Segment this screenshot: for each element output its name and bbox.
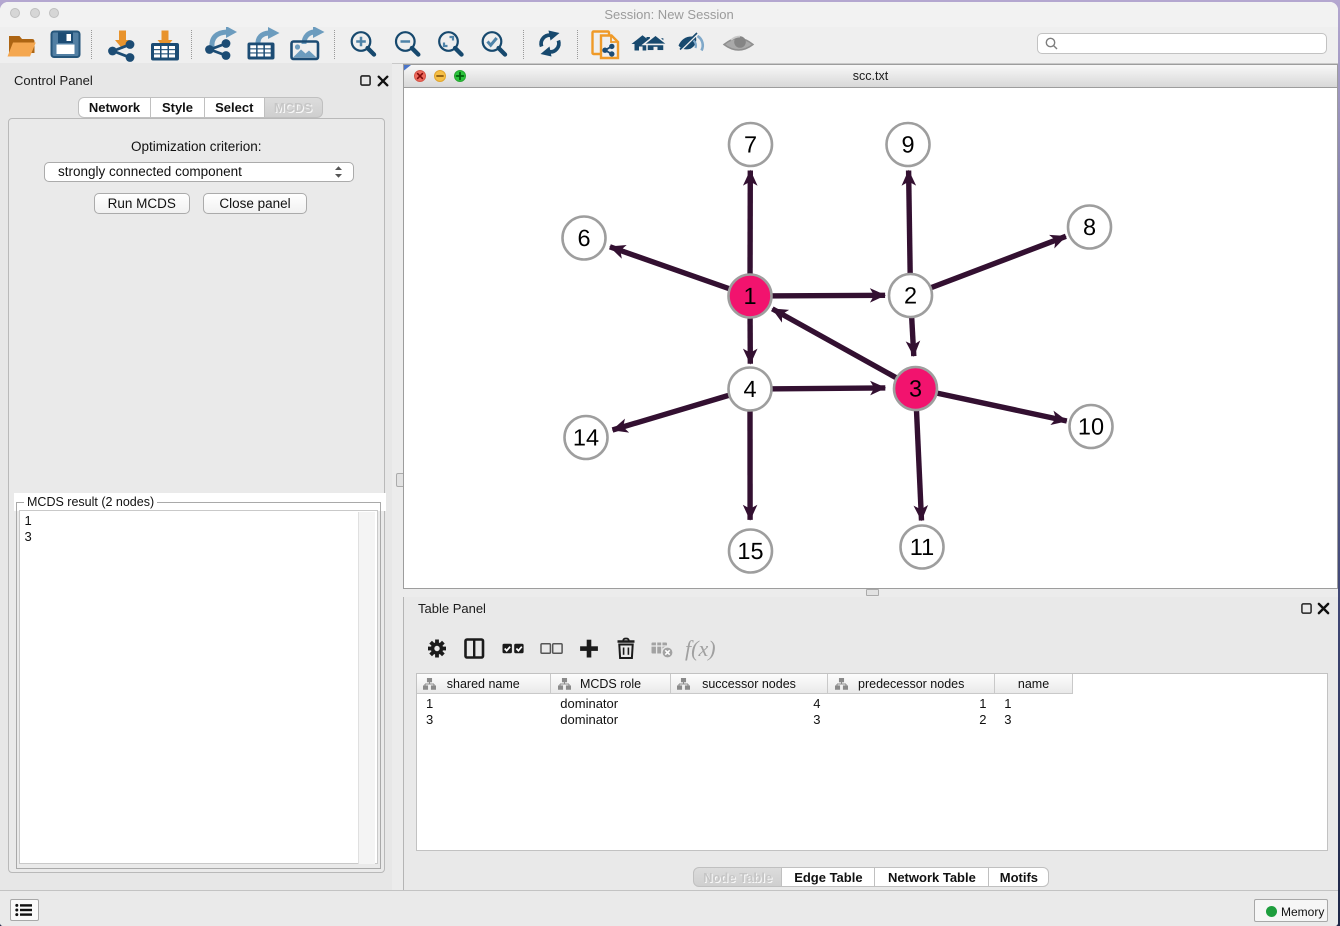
- svg-text:9: 9: [901, 132, 914, 158]
- svg-text:7: 7: [744, 132, 757, 158]
- svg-text:15: 15: [737, 538, 763, 564]
- svg-text:6: 6: [577, 225, 590, 251]
- svg-text:10: 10: [1078, 414, 1104, 440]
- svg-text:f(x): f(x): [685, 636, 716, 661]
- svg-text:8: 8: [1083, 214, 1096, 240]
- svg-text:4: 4: [743, 376, 756, 402]
- svg-text:2: 2: [904, 283, 917, 309]
- svg-text:3: 3: [909, 376, 922, 402]
- svg-text:1: 1: [743, 283, 756, 309]
- svg-text:14: 14: [573, 425, 599, 451]
- svg-text:11: 11: [910, 534, 934, 560]
